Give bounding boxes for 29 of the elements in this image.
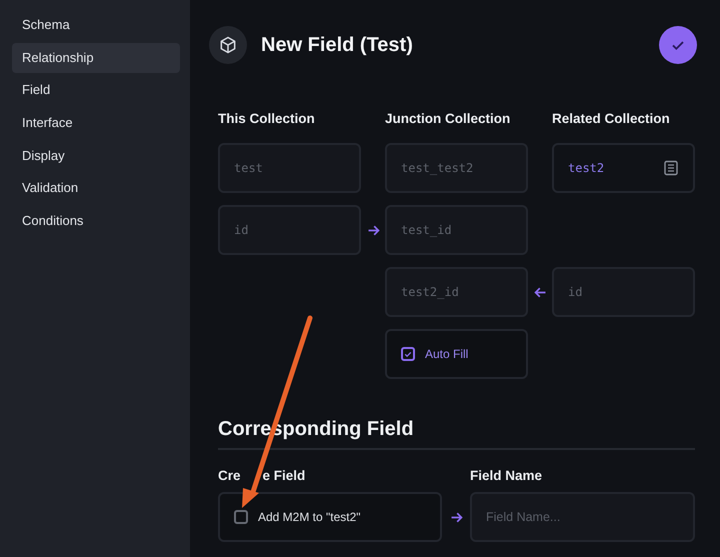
sidebar-item[interactable]: Validation: [12, 173, 180, 204]
column-label: Junction Collection: [385, 111, 512, 127]
checkbox[interactable]: [234, 510, 248, 524]
field-label: e Field: [262, 468, 306, 483]
sidebar-item[interactable]: Relationship: [12, 42, 180, 73]
sidebar-item[interactable]: Display: [12, 140, 180, 171]
sidebar-item[interactable]: Interface: [12, 108, 180, 138]
checkbox[interactable]: [401, 347, 415, 361]
column-label: Related Collection: [552, 111, 671, 127]
input-field: test_test2: [385, 143, 528, 193]
input-field: test: [218, 143, 361, 193]
input-field: id: [552, 267, 695, 317]
page-title: New Field (Test): [261, 34, 414, 56]
input-field: id: [218, 205, 361, 255]
cube-icon: [209, 26, 247, 64]
sidebar-item[interactable]: Field: [12, 75, 180, 106]
list-icon: [663, 160, 679, 176]
save-button[interactable]: [659, 26, 697, 64]
select-field[interactable]: test2: [552, 143, 695, 193]
input-field: test2_id: [385, 267, 528, 317]
column-label: This Collection: [218, 111, 316, 127]
input-field[interactable]: Field Name...: [470, 492, 695, 542]
input-field: test_id: [385, 205, 528, 255]
field-label: Cre: [218, 468, 241, 483]
checkbox-label: Add M2M to "test2": [258, 510, 361, 524]
checkbox-label: Auto Fill: [425, 347, 468, 361]
sidebar-item[interactable]: Schema: [12, 10, 180, 40]
sidebar-item[interactable]: Conditions: [12, 206, 180, 236]
field-label: Field Name: [470, 468, 544, 483]
